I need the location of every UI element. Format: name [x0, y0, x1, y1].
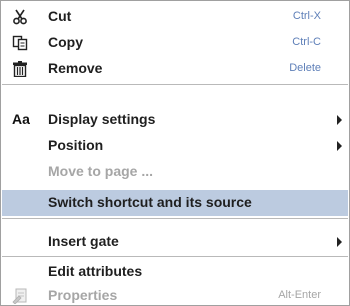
menu-item-move-to-page: Move to page ...: [2, 159, 348, 185]
menu-separator: [2, 256, 348, 258]
menu-item-insert-gate[interactable]: Insert gate: [2, 229, 348, 255]
menu-item-display-settings[interactable]: Aa Display settings: [2, 107, 348, 133]
menu-item-label: Edit attributes: [48, 263, 143, 279]
menu-item-label: Position: [48, 137, 104, 153]
menu-item-copy[interactable]: Copy Ctrl-C: [2, 30, 348, 56]
menu-item-label: Display settings: [48, 111, 156, 127]
menu-item-label: Copy: [48, 34, 83, 50]
menu-item-switch-shortcut[interactable]: Switch shortcut and its source: [2, 190, 348, 216]
shortcut-label: Ctrl-C: [292, 36, 321, 48]
submenu-arrow-icon: [337, 115, 342, 125]
font-icon: Aa: [12, 111, 30, 127]
menu-separator: [2, 84, 348, 86]
menu-separator: [2, 218, 348, 220]
menu-item-label: Remove: [48, 60, 103, 76]
trash-icon: [12, 61, 28, 77]
menu-item-remove[interactable]: Remove Delete: [2, 56, 348, 82]
submenu-arrow-icon: [337, 141, 342, 151]
shortcut-label: Delete: [289, 62, 321, 74]
submenu-arrow-icon: [337, 237, 342, 247]
context-menu: Cut Ctrl-X Copy Ctrl-C Remove Delete Aa …: [0, 0, 350, 306]
menu-item-label: Move to page ...: [48, 163, 154, 179]
menu-item-label: Switch shortcut and its source: [48, 194, 252, 210]
menu-item-label: Properties: [48, 287, 118, 303]
shortcut-label: Ctrl-X: [292, 10, 321, 22]
shortcut-label: Alt-Enter: [278, 289, 321, 301]
menu-item-properties: Properties Alt-Enter: [2, 283, 348, 305]
properties-icon: [12, 288, 28, 304]
menu-item-cut[interactable]: Cut Ctrl-X: [2, 4, 348, 30]
menu-item-position[interactable]: Position: [2, 133, 348, 159]
menu-item-label: Cut: [48, 8, 72, 24]
scissors-icon: [12, 9, 28, 25]
menu-item-label: Insert gate: [48, 233, 119, 249]
menu-item-edit-attributes[interactable]: Edit attributes: [2, 259, 348, 285]
copy-icon: [12, 35, 28, 51]
